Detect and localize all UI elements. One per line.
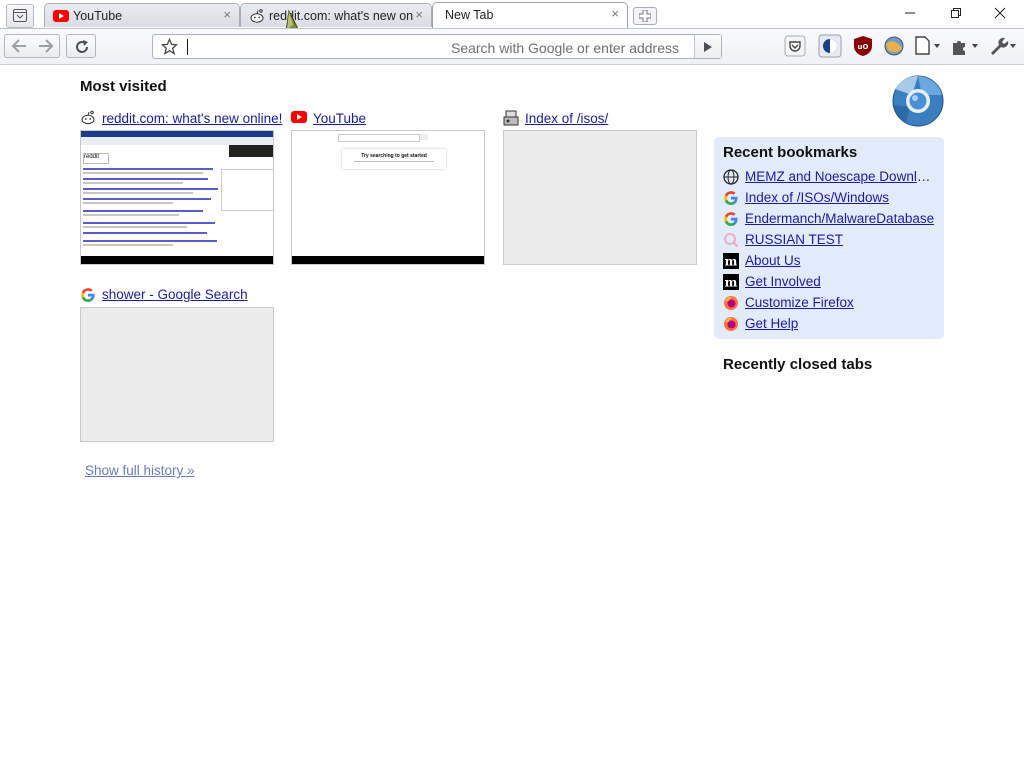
tile-thumbnail-youtube[interactable]: Try searching to get started — [291, 130, 485, 265]
globe-icon — [723, 169, 739, 185]
bookmark-label: MEMZ and Noescape Download — [745, 169, 937, 184]
back-button[interactable] — [5, 35, 33, 57]
bookmark-label: Customize Firefox — [745, 295, 854, 310]
firefox-icon — [724, 296, 738, 310]
bookmark-item[interactable]: m About Us — [723, 252, 939, 270]
address-bar[interactable] — [152, 34, 722, 59]
wrench-menu-icon[interactable] — [987, 35, 1019, 57]
svg-text:m: m — [725, 255, 738, 269]
close-window-button[interactable] — [978, 2, 1022, 24]
minimize-icon — [905, 12, 915, 14]
search-icon — [724, 233, 739, 248]
bookmark-item[interactable]: RUSSIAN TEST — [723, 231, 939, 249]
tile-link-isos[interactable]: Index of /isos/ — [525, 111, 608, 126]
google-icon — [724, 191, 738, 205]
close-icon — [994, 7, 1006, 19]
bookmark-label: Endermanch/MalwareDatabase — [745, 211, 935, 226]
browser-logo-icon — [892, 75, 944, 127]
youtube-icon — [291, 111, 307, 123]
reddit-icon — [249, 9, 265, 27]
bookmark-label: About Us — [745, 253, 801, 268]
tab-list-icon — [13, 9, 27, 22]
new-tab-button[interactable] — [633, 7, 657, 25]
tile-thumbnail-reddit[interactable]: reddit — [80, 130, 274, 265]
dark-mode-icon[interactable] — [818, 34, 842, 58]
server-icon — [503, 110, 519, 126]
tab-strip: YouTube × reddit.com: what's new onli × … — [0, 0, 1024, 40]
tile-link-reddit[interactable]: reddit.com: what's new online! — [102, 111, 282, 126]
mozilla-icon: m — [723, 253, 739, 269]
youtube-icon — [53, 9, 69, 27]
bookmark-label: Get Involved — [745, 274, 821, 289]
reload-button[interactable] — [66, 34, 96, 58]
bookmark-label: Get Help — [745, 316, 799, 331]
close-tab-icon[interactable]: × — [415, 7, 423, 22]
restore-button[interactable] — [934, 2, 978, 24]
forward-button[interactable] — [33, 35, 61, 57]
google-icon — [724, 212, 738, 226]
plus-icon — [639, 10, 651, 22]
recent-bookmarks-heading: Recent bookmarks — [723, 144, 858, 161]
reload-icon — [76, 40, 88, 53]
recently-closed-heading: Recently closed tabs — [723, 356, 873, 373]
svg-text:uO: uO — [858, 43, 869, 51]
bookmark-label: Index of /ISOs/Windows — [745, 190, 890, 205]
youtube-thumb-text: Try searching to get started — [361, 153, 427, 159]
tab-title: New Tab — [445, 8, 494, 22]
back-arrow-icon — [11, 39, 26, 53]
bookmark-item[interactable]: Index of /ISOs/Windows — [723, 189, 939, 207]
tab-reddit[interactable]: reddit.com: what's new onli × — [240, 3, 432, 27]
page-menu-icon[interactable] — [913, 35, 943, 57]
mozilla-icon: m — [723, 274, 739, 290]
tab-title: YouTube — [73, 9, 123, 23]
go-button[interactable] — [694, 35, 721, 58]
url-input[interactable] — [187, 37, 681, 58]
ublock-origin-icon[interactable]: uO — [853, 35, 873, 57]
most-visited-heading: Most visited — [80, 78, 167, 95]
navigation-toolbar: uO — [0, 28, 1024, 65]
bookmark-item[interactable]: m Get Involved — [723, 273, 939, 291]
reddit-icon — [81, 110, 95, 125]
close-tab-icon[interactable]: × — [223, 7, 231, 22]
tab-list-button[interactable] — [6, 4, 34, 28]
tile-link-google-search[interactable]: shower - Google Search — [102, 287, 248, 302]
bookmark-item[interactable]: Endermanch/MalwareDatabase — [723, 210, 939, 228]
firefox-icon — [724, 317, 738, 331]
forward-arrow-icon — [39, 39, 54, 53]
extension-globe-icon[interactable] — [883, 35, 905, 57]
bookmark-item[interactable]: Customize Firefox — [723, 294, 939, 312]
pocket-icon[interactable] — [784, 35, 806, 57]
extensions-puzzle-icon[interactable] — [950, 35, 982, 57]
tab-new-tab[interactable]: New Tab × — [432, 2, 628, 28]
minimize-button[interactable] — [888, 2, 932, 24]
bookmark-star-icon[interactable] — [161, 38, 178, 55]
svg-text:m: m — [725, 276, 738, 290]
tab-youtube[interactable]: YouTube × — [44, 3, 240, 27]
tile-thumbnail-isos[interactable] — [503, 130, 697, 265]
bookmark-item[interactable]: MEMZ and Noescape Download — [723, 168, 939, 186]
back-forward-group — [4, 34, 60, 58]
bookmark-item[interactable]: Get Help — [723, 315, 939, 333]
show-full-history-link[interactable]: Show full history » — [85, 463, 195, 478]
close-tab-icon[interactable]: × — [611, 6, 619, 21]
tile-thumbnail-google-search[interactable] — [80, 307, 274, 442]
google-icon — [81, 288, 95, 302]
tile-link-youtube[interactable]: YouTube — [313, 111, 366, 126]
bookmark-label: RUSSIAN TEST — [745, 232, 844, 247]
go-arrow-icon — [704, 42, 712, 52]
recent-bookmarks-panel: Recent bookmarks MEMZ and Noescape Downl… — [714, 137, 944, 339]
restore-icon — [951, 8, 961, 18]
